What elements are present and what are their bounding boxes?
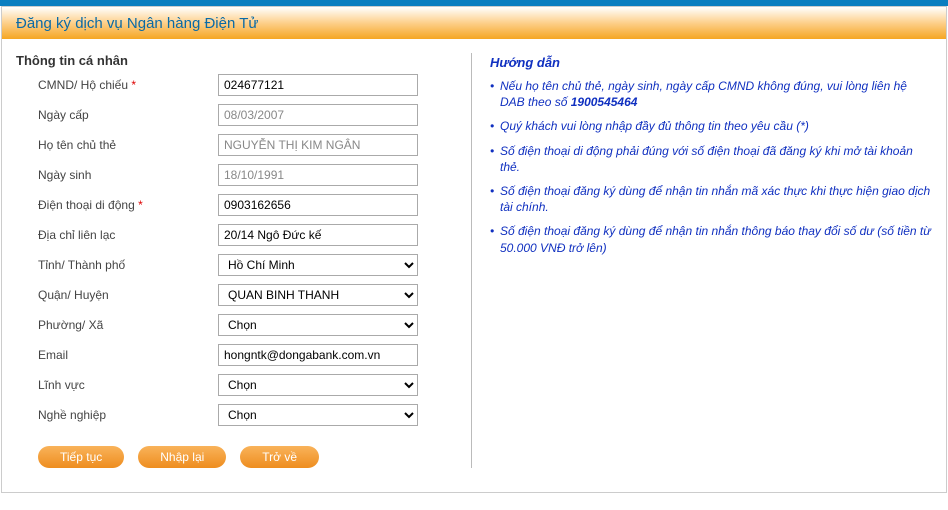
form-container: Đăng ký dịch vụ Ngân hàng Điện Tử Thông … [1,6,947,493]
label-diachi: Địa chỉ liên lạc [38,228,218,242]
label-ngaysinh: Ngày sinh [38,168,218,182]
row-ngaysinh: Ngày sinh [16,164,463,186]
row-hoten: Họ tên chủ thẻ [16,134,463,156]
label-tinh: Tỉnh/ Thành phố [38,258,218,272]
label-hoten: Họ tên chủ thẻ [38,138,218,152]
select-nghe[interactable]: Chọn [218,404,418,426]
select-phuong[interactable]: Chọn [218,314,418,336]
row-phuong: Phường/ Xã Chọn [16,314,463,336]
section-title: Thông tin cá nhân [16,53,463,68]
input-dtdd[interactable] [218,194,418,216]
continue-button[interactable]: Tiếp tục [38,446,124,468]
input-ngaycap [218,104,418,126]
guide-phone: 1900545464 [571,95,638,109]
label-cmnd: CMND/ Hộ chiếu * [38,78,218,92]
label-email: Email [38,348,218,362]
row-tinh: Tỉnh/ Thành phố Hồ Chí Minh [16,254,463,276]
row-ngaycap: Ngày cấp [16,104,463,126]
main-area: Thông tin cá nhân CMND/ Hộ chiếu * Ngày … [2,39,946,492]
label-dtdd: Điện thoại di động * [38,198,218,212]
guide-title: Hướng dẫn [490,55,932,70]
guide-item-5: Số điện thoại đăng ký dùng để nhận tin n… [490,223,932,255]
guide-list: Nếu họ tên chủ thẻ, ngày sinh, ngày cấp … [490,78,932,256]
row-nghe: Nghề nghiệp Chọn [16,404,463,426]
input-ngaysinh [218,164,418,186]
guide-item-4: Số điện thoại đăng ký dùng để nhận tin n… [490,183,932,215]
reset-button[interactable]: Nhập lại [138,446,226,468]
back-button[interactable]: Trở về [240,446,319,468]
header-strip: Đăng ký dịch vụ Ngân hàng Điện Tử [2,7,946,39]
row-email: Email [16,344,463,366]
input-diachi[interactable] [218,224,418,246]
row-dtdd: Điện thoại di động * [16,194,463,216]
row-linhvuc: Lĩnh vực Chọn [16,374,463,396]
guide-item-1: Nếu họ tên chủ thẻ, ngày sinh, ngày cấp … [490,78,932,110]
label-linhvuc: Lĩnh vực [38,378,218,392]
select-tinh[interactable]: Hồ Chí Minh [218,254,418,276]
label-quan: Quận/ Huyện [38,288,218,302]
select-linhvuc[interactable]: Chọn [218,374,418,396]
row-diachi: Địa chỉ liên lạc [16,224,463,246]
page-title: Đăng ký dịch vụ Ngân hàng Điện Tử [16,15,258,32]
input-email[interactable] [218,344,418,366]
row-quan: Quận/ Huyện QUAN BINH THANH [16,284,463,306]
row-cmnd: CMND/ Hộ chiếu * [16,74,463,96]
button-row: Tiếp tục Nhập lại Trở về [16,446,463,468]
input-hoten [218,134,418,156]
input-cmnd[interactable] [218,74,418,96]
select-quan[interactable]: QUAN BINH THANH [218,284,418,306]
guide-column: Hướng dẫn Nếu họ tên chủ thẻ, ngày sinh,… [471,53,932,468]
form-column: Thông tin cá nhân CMND/ Hộ chiếu * Ngày … [16,53,471,468]
label-phuong: Phường/ Xã [38,318,218,332]
guide-item-2: Quý khách vui lòng nhập đầy đủ thông tin… [490,118,932,134]
guide-item-3: Số điện thoại di động phải đúng với số đ… [490,143,932,175]
label-nghe: Nghề nghiệp [38,408,218,422]
label-ngaycap: Ngày cấp [38,108,218,122]
